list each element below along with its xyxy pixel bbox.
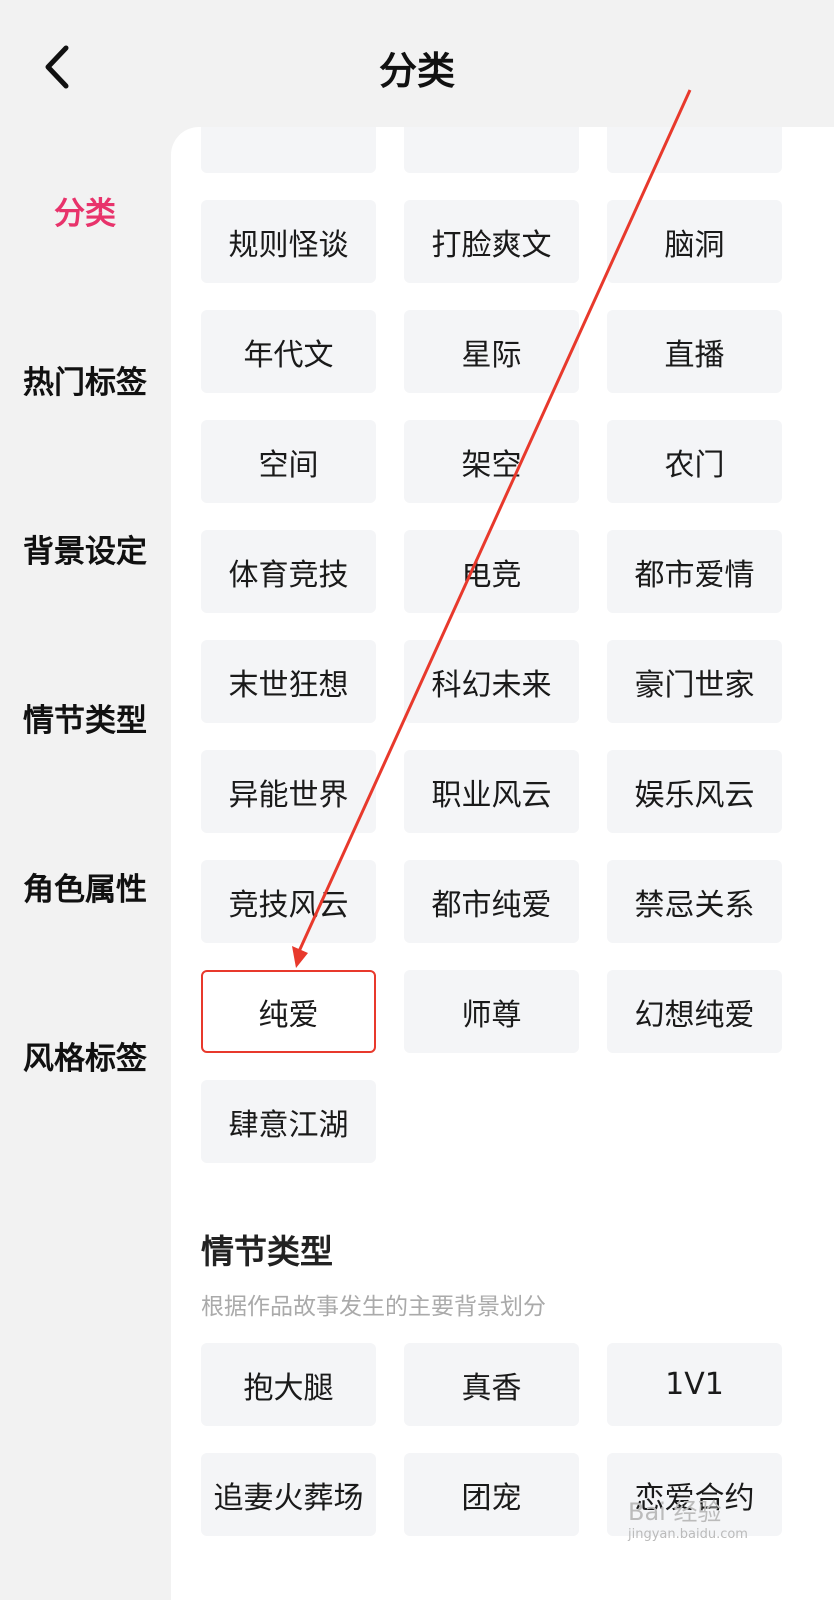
tag-chip[interactable]: 都市爱情 xyxy=(607,530,782,613)
tag-chip[interactable]: 星际 xyxy=(404,310,579,393)
tag-chip[interactable]: 脑洞 xyxy=(607,200,782,283)
sidebar-item-hot-tags[interactable]: 热门标签 xyxy=(0,357,170,402)
tag-chip[interactable]: 肆意江湖 xyxy=(201,1080,376,1163)
tag-chip[interactable]: 规则怪谈 xyxy=(201,200,376,283)
sidebar-item-category[interactable]: 分类 xyxy=(0,188,170,233)
tag-chip[interactable]: 年代文 xyxy=(201,310,376,393)
tag-chip[interactable]: 电竞 xyxy=(404,530,579,613)
tag-chip[interactable]: 抱大腿 xyxy=(201,1343,376,1426)
tag-chip[interactable]: 追妻火葬场 xyxy=(201,1453,376,1536)
sidebar-item-style-tags[interactable]: 风格标签 xyxy=(0,1033,170,1078)
watermark-logo: Bai 经验 jingyan.baidu.com xyxy=(628,1498,748,1542)
tag-chip[interactable]: 末世狂想 xyxy=(201,640,376,723)
tag-chip-partial[interactable] xyxy=(607,127,782,173)
tag-chip[interactable]: 农门 xyxy=(607,420,782,503)
tag-chip[interactable]: 职业风云 xyxy=(404,750,579,833)
tag-chip[interactable]: 直播 xyxy=(607,310,782,393)
tag-chip[interactable]: 架空 xyxy=(404,420,579,503)
top-bar: 分类 xyxy=(0,0,834,130)
tag-chip[interactable]: 科幻未来 xyxy=(404,640,579,723)
tag-chip[interactable]: 都市纯爱 xyxy=(404,860,579,943)
tag-chip[interactable]: 真香 xyxy=(404,1343,579,1426)
tag-chip[interactable]: 异能世界 xyxy=(201,750,376,833)
tag-chip[interactable]: 团宠 xyxy=(404,1453,579,1536)
tag-chip[interactable]: 打脸爽文 xyxy=(404,200,579,283)
tag-chip[interactable]: 1V1 xyxy=(607,1343,782,1426)
tag-chip[interactable]: 竞技风云 xyxy=(201,860,376,943)
style-tag-grid: 规则怪谈 打脸爽文 脑洞 年代文 星际 直播 空间 架空 农门 体育竞技 电竞 … xyxy=(201,200,782,1163)
sidebar-item-character[interactable]: 角色属性 xyxy=(0,864,170,909)
scrolled-row xyxy=(201,127,782,173)
section-title: 情节类型 xyxy=(201,1232,333,1271)
tag-chip-partial[interactable] xyxy=(201,127,376,173)
tag-chip-partial[interactable] xyxy=(404,127,579,173)
tag-chip[interactable]: 禁忌关系 xyxy=(607,860,782,943)
tag-chip[interactable]: 幻想纯爱 xyxy=(607,970,782,1053)
sidebar: 分类 热门标签 背景设定 情节类型 角色属性 风格标签 xyxy=(0,130,170,1600)
tag-chip[interactable]: 娱乐风云 xyxy=(607,750,782,833)
sidebar-item-background[interactable]: 背景设定 xyxy=(0,526,170,571)
tag-panel: 规则怪谈 打脸爽文 脑洞 年代文 星际 直播 空间 架空 农门 体育竞技 电竞 … xyxy=(171,127,834,1600)
page-title: 分类 xyxy=(378,49,455,93)
tag-chip[interactable]: 体育竞技 xyxy=(201,530,376,613)
tag-chip[interactable]: 空间 xyxy=(201,420,376,503)
tag-chip[interactable]: 师尊 xyxy=(404,970,579,1053)
tag-chip[interactable]: 豪门世家 xyxy=(607,640,782,723)
tag-chip-highlighted[interactable]: 纯爱 xyxy=(201,970,376,1053)
section-description: 根据作品故事发生的主要背景划分 xyxy=(201,1294,546,1320)
sidebar-item-plot-type[interactable]: 情节类型 xyxy=(0,695,170,740)
